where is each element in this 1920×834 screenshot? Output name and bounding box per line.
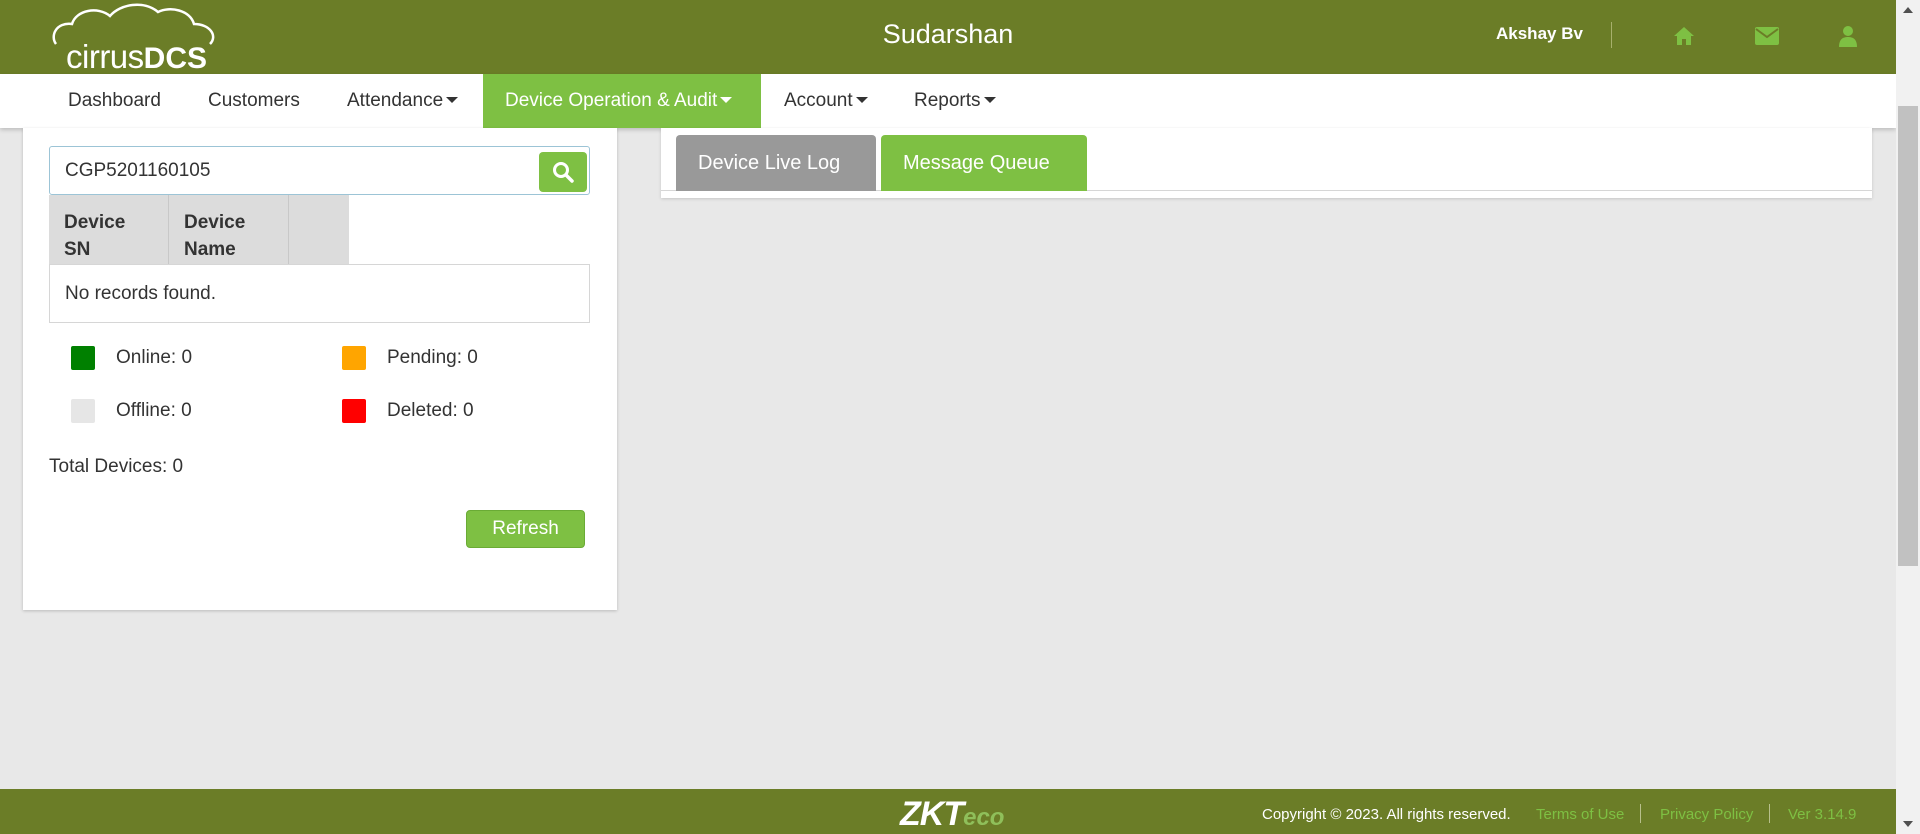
terms-of-use-link[interactable]: Terms of Use (1536, 806, 1624, 823)
user-name[interactable]: Akshay Bv (1496, 24, 1583, 44)
device-search-input[interactable] (65, 159, 525, 183)
nav-account[interactable]: Account (768, 74, 884, 128)
legend-online: Online: 0 (71, 346, 192, 370)
nav-device-operation-audit[interactable]: Device Operation & Audit (483, 74, 761, 128)
column-device-name[interactable]: Device Name (169, 195, 289, 265)
legend-online-label: Online: 0 (116, 347, 193, 368)
legend-deleted: Deleted: 0 (342, 399, 474, 423)
page-footer: ZKTeco Copyright © 2023. All rights rese… (0, 789, 1896, 834)
version-text: Ver 3.14.9 (1788, 806, 1857, 823)
tab-device-live-log[interactable]: Device Live Log (676, 135, 876, 191)
total-devices: Total Devices: 0 (49, 456, 184, 477)
search-icon (553, 162, 574, 183)
device-list-panel: Device SN Device Name No records found. … (23, 128, 617, 610)
device-table-header: Device SN Device Name (49, 195, 349, 265)
cirrus-dcs-logo[interactable]: cirrusDCS (48, 2, 218, 75)
footer-divider (1769, 804, 1770, 823)
mail-icon[interactable] (1753, 22, 1781, 50)
scroll-down-icon[interactable] (1903, 821, 1913, 827)
offline-swatch (71, 399, 95, 423)
legend-pending: Pending: 0 (342, 346, 478, 370)
nav-attendance[interactable]: Attendance (331, 74, 474, 128)
tab-message-queue[interactable]: Message Queue (881, 135, 1087, 191)
pending-swatch (342, 346, 366, 370)
scroll-up-icon[interactable] (1903, 7, 1913, 13)
column-actions (289, 195, 349, 265)
caret-down-icon (983, 97, 996, 103)
main-nav: Dashboard Customers Attendance Device Op… (0, 74, 1896, 128)
column-device-sn[interactable]: Device SN (49, 195, 169, 265)
legend-offline: Offline: 0 (71, 399, 192, 423)
zkteco-logo: ZKTeco (900, 795, 1005, 833)
nav-reports[interactable]: Reports (898, 74, 1012, 128)
header-divider (1611, 22, 1612, 48)
nav-dashboard[interactable]: Dashboard (52, 74, 177, 128)
nav-customers[interactable]: Customers (192, 74, 316, 128)
caret-down-icon (720, 97, 733, 103)
legend-offline-label: Offline: 0 (116, 400, 192, 421)
search-button[interactable] (539, 152, 587, 192)
logo-text: cirrusDCS (66, 38, 208, 75)
caret-down-icon (446, 97, 459, 103)
deleted-swatch (342, 399, 366, 423)
page-scrollbar[interactable] (1896, 0, 1920, 834)
copyright-text: Copyright © 2023. All rights reserved. (1262, 806, 1511, 823)
device-log-panel: Device Live Log Message Queue (661, 128, 1872, 198)
legend-deleted-label: Deleted: 0 (387, 400, 474, 421)
user-icon[interactable] (1834, 22, 1862, 50)
privacy-policy-link[interactable]: Privacy Policy (1660, 806, 1753, 823)
caret-down-icon (855, 97, 868, 103)
top-header: cirrusDCS Sudarshan Akshay Bv (0, 0, 1896, 75)
refresh-button[interactable]: Refresh (466, 510, 585, 548)
online-swatch (71, 346, 95, 370)
home-icon[interactable] (1670, 22, 1698, 50)
empty-table-message: No records found. (49, 264, 590, 323)
legend-pending-label: Pending: 0 (387, 347, 478, 368)
footer-divider (1640, 804, 1641, 823)
scroll-thumb[interactable] (1898, 106, 1918, 566)
device-search-box (49, 146, 590, 195)
